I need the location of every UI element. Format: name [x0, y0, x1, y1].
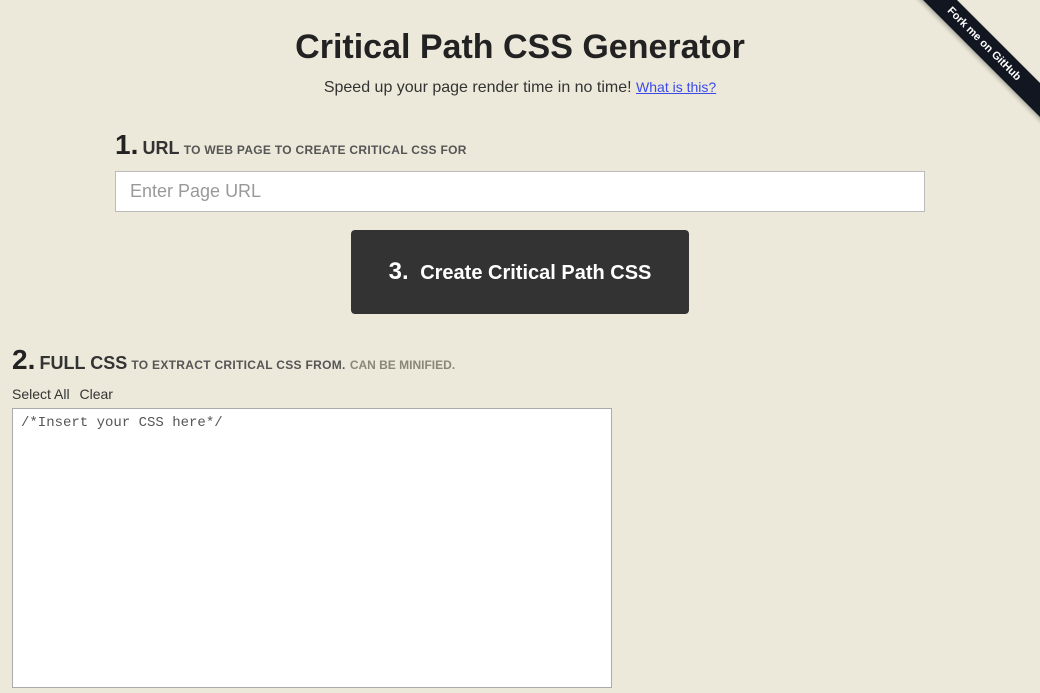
- main-button-wrap: 3. Create Critical Path CSS: [0, 230, 1040, 314]
- url-input[interactable]: [115, 171, 925, 212]
- subtitle-text: Speed up your page render time in no tim…: [324, 79, 632, 96]
- what-is-this-link[interactable]: What is this?: [636, 79, 716, 95]
- section-url: 1. URL TO WEB PAGE TO CREATE CRITICAL CS…: [115, 129, 925, 212]
- github-ribbon-label: Fork me on GitHub: [905, 0, 1040, 123]
- create-critical-css-button[interactable]: 3. Create Critical Path CSS: [351, 230, 690, 314]
- button-label: Create Critical Path CSS: [420, 262, 651, 284]
- header: Critical Path CSS Generator Speed up you…: [0, 0, 1040, 97]
- select-all-link[interactable]: Select All: [12, 386, 70, 402]
- step2-hint-soft: CAN BE MINIFIED.: [350, 358, 455, 372]
- step2-num: 2.: [12, 344, 35, 375]
- step2-label: 2. FULL CSS TO EXTRACT CRITICAL CSS FROM…: [12, 344, 1028, 376]
- clear-link[interactable]: Clear: [79, 386, 112, 402]
- page-subtitle: Speed up your page render time in no tim…: [0, 79, 1040, 97]
- css-controls: Select All Clear: [12, 386, 1028, 402]
- css-textarea[interactable]: [12, 408, 612, 688]
- step2-hint: TO EXTRACT CRITICAL CSS FROM.: [131, 358, 345, 372]
- step3-num: 3.: [389, 258, 409, 285]
- step1-num: 1.: [115, 129, 138, 160]
- section-full-css: 2. FULL CSS TO EXTRACT CRITICAL CSS FROM…: [12, 344, 1028, 693]
- step1-label: 1. URL TO WEB PAGE TO CREATE CRITICAL CS…: [115, 129, 925, 161]
- step1-hint: TO WEB PAGE TO CREATE CRITICAL CSS FOR: [184, 143, 467, 157]
- github-ribbon[interactable]: Fork me on GitHub: [890, 0, 1040, 150]
- step2-name: FULL CSS: [40, 353, 128, 373]
- page-title: Critical Path CSS Generator: [0, 28, 1040, 67]
- step1-name: URL: [143, 138, 180, 158]
